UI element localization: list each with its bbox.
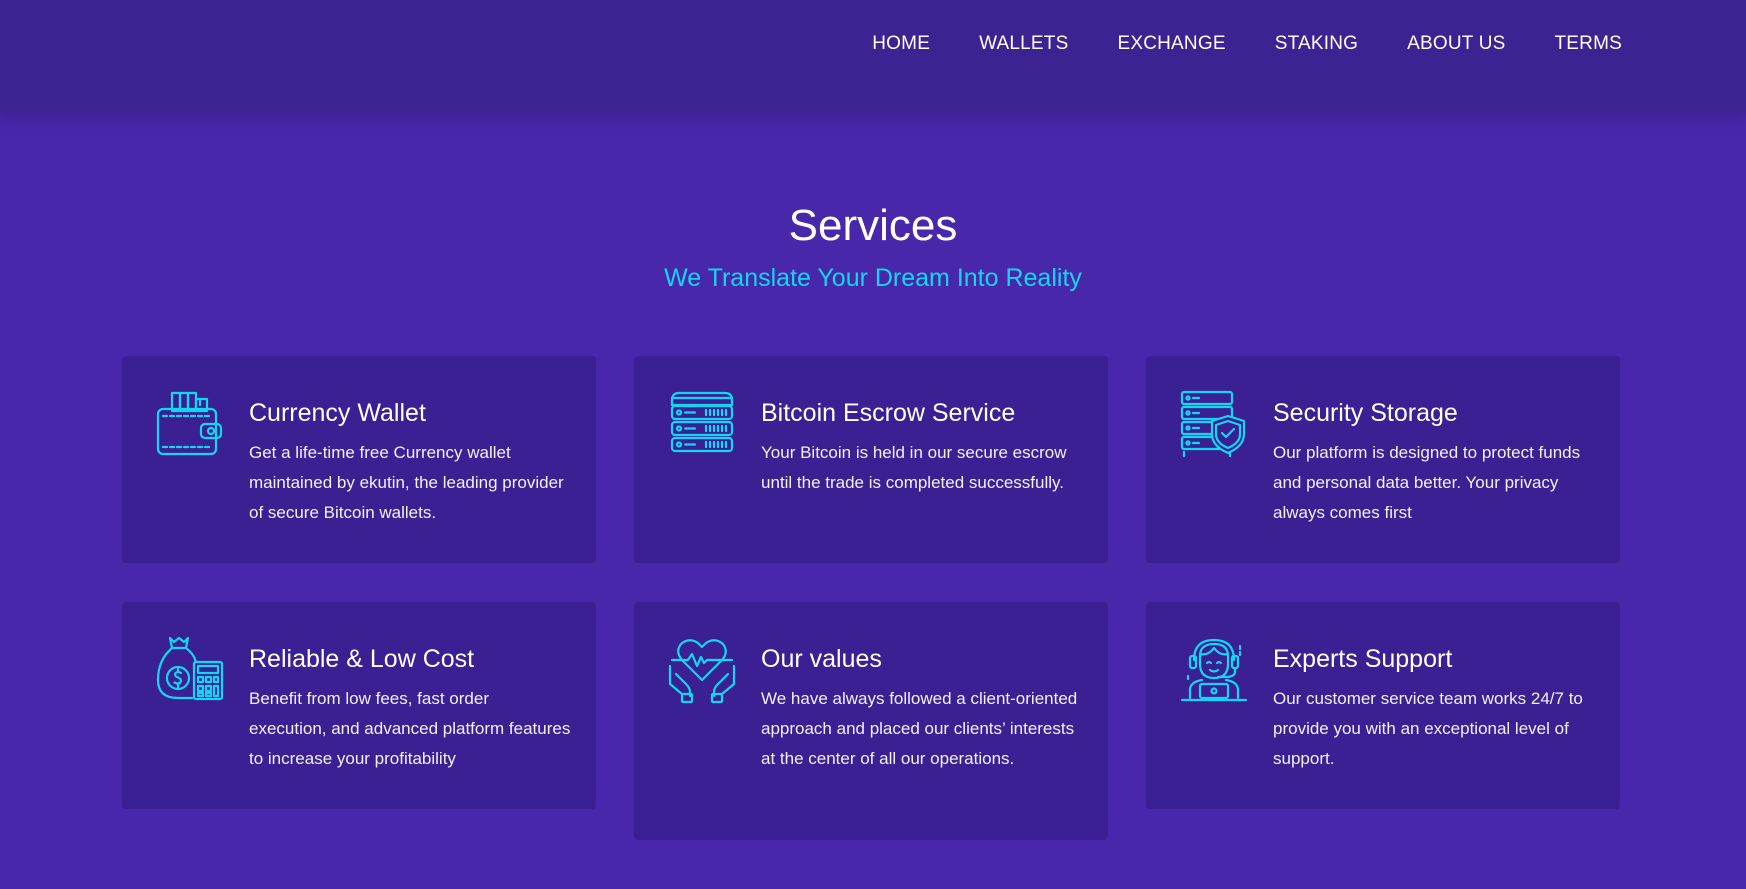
server-shield-icon bbox=[1180, 390, 1248, 458]
money-bag-calculator-icon bbox=[156, 636, 224, 704]
service-card-title: Currency Wallet bbox=[249, 399, 426, 427]
services-heading: Services We Translate Your Dream Into Re… bbox=[0, 198, 1746, 294]
service-card-currency-wallet: Currency Wallet Get a life-time free Cur… bbox=[122, 356, 596, 563]
service-card-title: Reliable & Low Cost bbox=[249, 645, 475, 673]
nav-link-staking[interactable]: STAKING bbox=[1275, 33, 1358, 54]
service-card-description: Benefit from low fees, fast order execut… bbox=[249, 689, 571, 768]
main-nav: HOME WALLETS EXCHANGE STAKING ABOUT US T… bbox=[872, 32, 1622, 56]
service-card-title: Security Storage bbox=[1273, 399, 1458, 427]
nav-item-home: HOME bbox=[872, 32, 930, 56]
top-navigation-bar: HOME WALLETS EXCHANGE STAKING ABOUT US T… bbox=[0, 0, 1746, 112]
service-card-description: We have always followed a client-oriente… bbox=[761, 689, 1078, 768]
service-card-title: Our values bbox=[761, 645, 882, 673]
service-card-our-values: Our values We have always followed a cli… bbox=[634, 602, 1108, 840]
service-card-description: Our customer service team works 24/7 to … bbox=[1273, 689, 1583, 768]
nav-item-about-us: ABOUT US bbox=[1407, 32, 1505, 56]
server-icon bbox=[668, 390, 736, 458]
nav-link-terms[interactable]: TERMS bbox=[1555, 33, 1623, 54]
nav-link-wallets[interactable]: WALLETS bbox=[979, 33, 1068, 54]
nav-item-wallets: WALLETS bbox=[979, 32, 1068, 56]
nav-link-about-us[interactable]: ABOUT US bbox=[1407, 33, 1505, 54]
service-card-security-storage: Security Storage Our platform is designe… bbox=[1146, 356, 1620, 563]
wallet-icon bbox=[156, 390, 224, 458]
service-card-bitcoin-escrow: Bitcoin Escrow Service Your Bitcoin is h… bbox=[634, 356, 1108, 563]
service-card-experts-support: Experts Support Our customer service tea… bbox=[1146, 602, 1620, 809]
service-card-description: Our platform is designed to protect fund… bbox=[1273, 443, 1581, 522]
section-subtitle: We Translate Your Dream Into Reality bbox=[664, 264, 1082, 292]
section-title: Services bbox=[788, 201, 958, 250]
nav-item-terms: TERMS bbox=[1555, 32, 1623, 56]
support-agent-icon bbox=[1180, 636, 1248, 704]
heart-hands-icon bbox=[668, 636, 736, 704]
service-card-reliable-low-cost: Reliable & Low Cost Benefit from low fee… bbox=[122, 602, 596, 809]
nav-item-staking: STAKING bbox=[1275, 32, 1358, 56]
nav-link-exchange[interactable]: EXCHANGE bbox=[1117, 33, 1225, 54]
service-card-title: Bitcoin Escrow Service bbox=[761, 399, 1016, 427]
service-card-description: Your Bitcoin is held in our secure escro… bbox=[761, 443, 1067, 492]
service-card-title: Experts Support bbox=[1273, 645, 1453, 673]
nav-item-exchange: EXCHANGE bbox=[1117, 32, 1225, 56]
service-card-description: Get a life-time free Currency wallet mai… bbox=[249, 443, 564, 522]
nav-link-home[interactable]: HOME bbox=[872, 33, 930, 54]
